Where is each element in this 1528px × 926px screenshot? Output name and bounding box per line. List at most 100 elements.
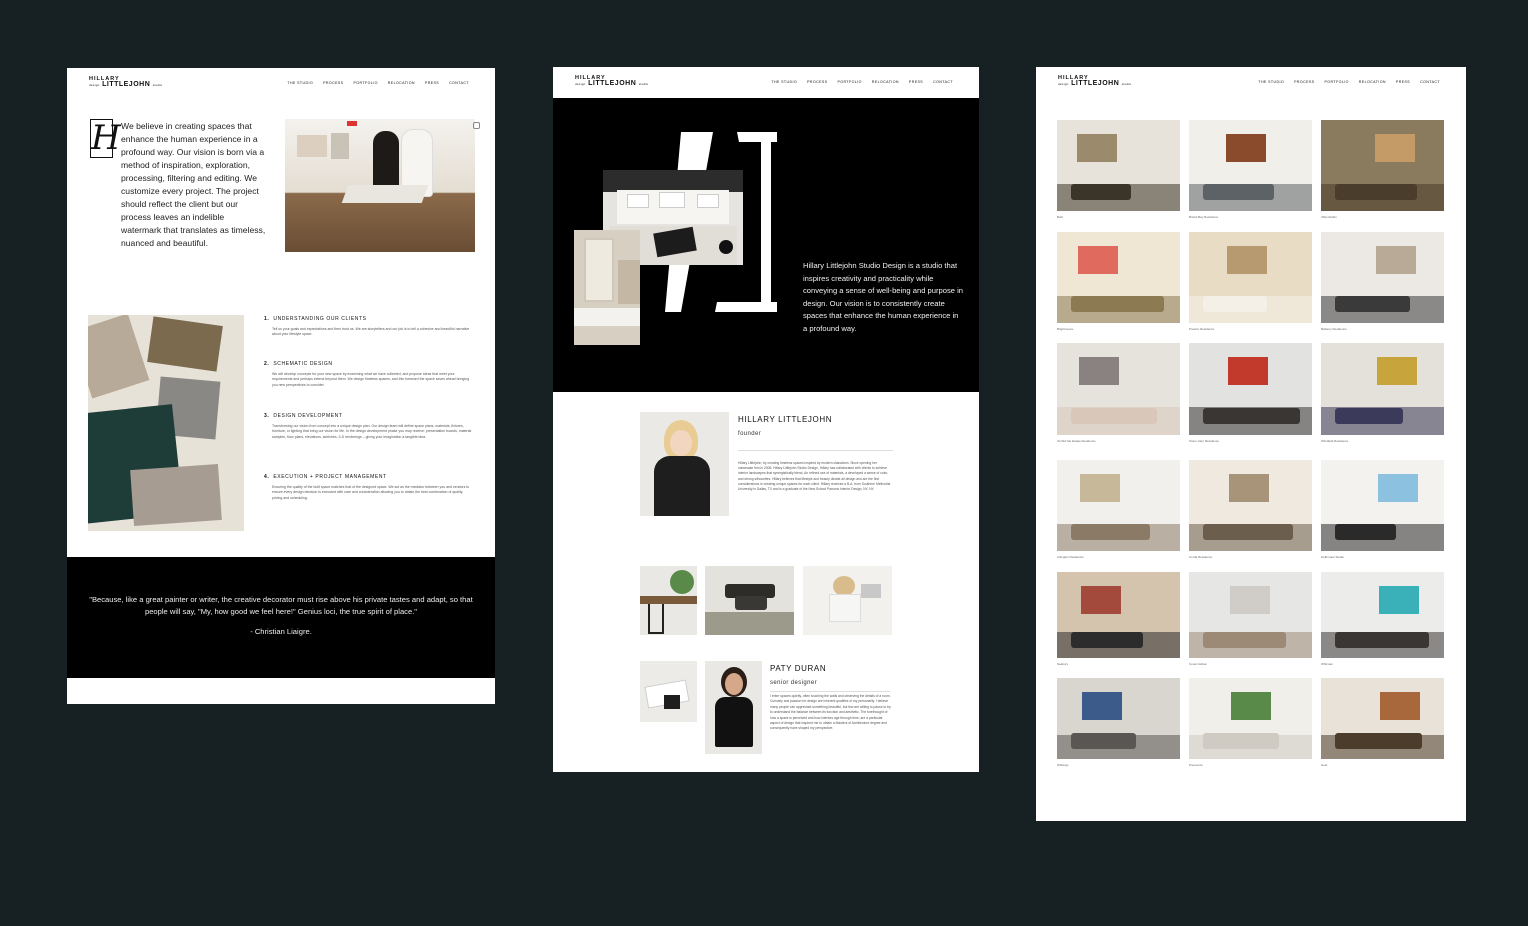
portfolio-item[interactable] [1057,572,1180,658]
portfolio-caption[interactable]: Bellamy Residence [1321,327,1347,331]
photo-furniture [1203,524,1293,541]
portfolio-item[interactable] [1189,343,1312,435]
portfolio-caption[interactable]: Holbrooke Studio [1321,555,1344,559]
designer-photo [705,661,762,754]
step-3-body: Transforming our vision from concept int… [272,424,472,439]
quote-band: "Because, like a great painter or writer… [67,557,495,678]
nav-press[interactable]: PRESS [425,81,439,85]
founder-name: HILLARY LITTLEJOHN [738,415,833,424]
photo-accent [1378,474,1418,502]
logo[interactable]: HILLARY design LITTLEJOHN studio [575,75,649,87]
nav-relocation[interactable]: RELOCATION [1359,80,1386,84]
portfolio-caption[interactable]: Brightmoore [1057,327,1073,331]
nav-portfolio[interactable]: PORTFOLIO [837,80,861,84]
portfolio-caption[interactable]: Corda Residence [1189,555,1212,559]
main-nav: THE STUDIO PROCESS PORTFOLIO RELOCATION … [771,80,953,84]
step-2-body: We will develop concepts for your new sp… [272,372,470,387]
desk-photo [640,661,697,722]
portfolio-item[interactable] [1189,460,1312,551]
portfolio-caption[interactable]: Arlington Residence [1057,555,1084,559]
nav-portfolio[interactable]: PORTFOLIO [1324,80,1348,84]
portfolio-item[interactable] [1321,460,1444,551]
studio-photo-1 [640,566,697,635]
step-1-body: Tell us your goals and expectations and … [272,327,470,337]
photo-furniture [1071,733,1136,750]
nav-the-studio[interactable]: THE STUDIO [287,81,313,85]
nav-relocation[interactable]: RELOCATION [388,81,415,85]
portfolio-item[interactable] [1189,232,1312,323]
instagram-icon[interactable] [473,122,480,129]
nav-the-studio[interactable]: THE STUDIO [771,80,797,84]
nav-the-studio[interactable]: THE STUDIO [1258,80,1284,84]
portfolio-item[interactable] [1189,572,1312,658]
portfolio-caption[interactable]: Bristol Bay Residence [1189,215,1218,219]
big-letter-h: H [90,118,121,158]
founder-role: founder [738,431,762,437]
photo-furniture [1071,296,1164,313]
portfolio-caption[interactable]: Conel Hollow [1189,662,1207,666]
step-4-body: Ensuring the quality of the built space … [272,485,470,500]
portfolio-caption[interactable]: Preston Residence [1189,327,1214,331]
photo-accent [1230,586,1270,614]
photo-furniture [1203,631,1286,648]
portfolio-caption[interactable]: Villa Clarkin [1321,215,1337,219]
logo[interactable]: HILLARY design LITTLEJOHN studio [1058,75,1132,87]
materials-photo [88,315,244,531]
intro-text: We believe in creating spaces that enhan… [121,121,266,248]
step-4-title: 4. EXECUTION + PROJECT MANAGEMENT [264,474,387,480]
step-3-title: 3. DESIGN DEVELOPMENT [264,413,343,419]
nav-contact[interactable]: CONTACT [933,80,953,84]
nav-press[interactable]: PRESS [909,80,923,84]
portfolio-item[interactable] [1321,232,1444,323]
portfolio-item[interactable] [1057,343,1180,435]
nav-relocation[interactable]: RELOCATION [872,80,899,84]
portfolio-item[interactable] [1321,120,1444,211]
portfolio-item[interactable] [1321,678,1444,759]
portfolio-item[interactable] [1057,678,1180,759]
portfolio-item[interactable] [1057,232,1180,323]
portfolio-caption[interactable]: Orchid Isle Estate Residence [1057,439,1096,443]
founder-photo [640,412,729,516]
photo-furniture [1335,184,1417,201]
about-intro: Hillary Littlejohn Studio Design is a st… [803,261,963,333]
site-header: HILLARY design LITTLEJOHN studio THE STU… [1036,67,1466,97]
portfolio-item[interactable] [1057,460,1180,551]
team-photo [285,119,475,252]
portfolio-caption[interactable]: Stone Glen Residence [1189,439,1219,443]
portfolio-item[interactable] [1321,343,1444,435]
site-header: HILLARY design LITTLEJOHN studio THE STU… [67,68,495,98]
portfolio-item[interactable] [1189,120,1312,211]
portfolio-caption[interactable]: Huet [1321,763,1327,767]
portfolio-caption[interactable]: Seabury [1057,662,1068,666]
photo-furniture [1203,184,1274,201]
photo-accent [1080,474,1120,502]
site-header: HILLARY design LITTLEJOHN studio THE STU… [553,67,979,97]
photo-furniture [1335,407,1403,424]
portfolio-caption[interactable]: Burk [1057,215,1063,219]
photo-accent [1226,134,1266,162]
step-2-title: 2. SCHEMATIC DESIGN [264,361,333,367]
photo-furniture [1203,733,1279,750]
photo-furniture [1335,524,1396,541]
photo-accent [1228,357,1268,385]
nav-contact[interactable]: CONTACT [1420,80,1440,84]
quote-text: "Because, like a great painter or writer… [89,595,473,616]
portfolio-item[interactable] [1321,572,1444,658]
photo-furniture [1203,296,1267,313]
nav-process[interactable]: PROCESS [1294,80,1314,84]
studio-photo-3 [803,566,892,635]
portfolio-caption[interactable]: Preccente [1189,763,1203,767]
photo-furniture [1071,631,1143,648]
portfolio-item[interactable] [1189,678,1312,759]
nav-process[interactable]: PROCESS [807,80,827,84]
logo[interactable]: HILLARY design LITTLEJOHN studio [89,76,163,88]
portfolio-caption[interactable]: Whitman [1321,662,1333,666]
nav-contact[interactable]: CONTACT [449,81,469,85]
quote-author: - Christian Liaigre. [250,627,312,636]
portfolio-caption[interactable]: Whitings [1057,763,1069,767]
nav-portfolio[interactable]: PORTFOLIO [353,81,377,85]
portfolio-item[interactable] [1057,120,1180,211]
nav-press[interactable]: PRESS [1396,80,1410,84]
portfolio-caption[interactable]: Windfield Residence [1321,439,1348,443]
nav-process[interactable]: PROCESS [323,81,343,85]
